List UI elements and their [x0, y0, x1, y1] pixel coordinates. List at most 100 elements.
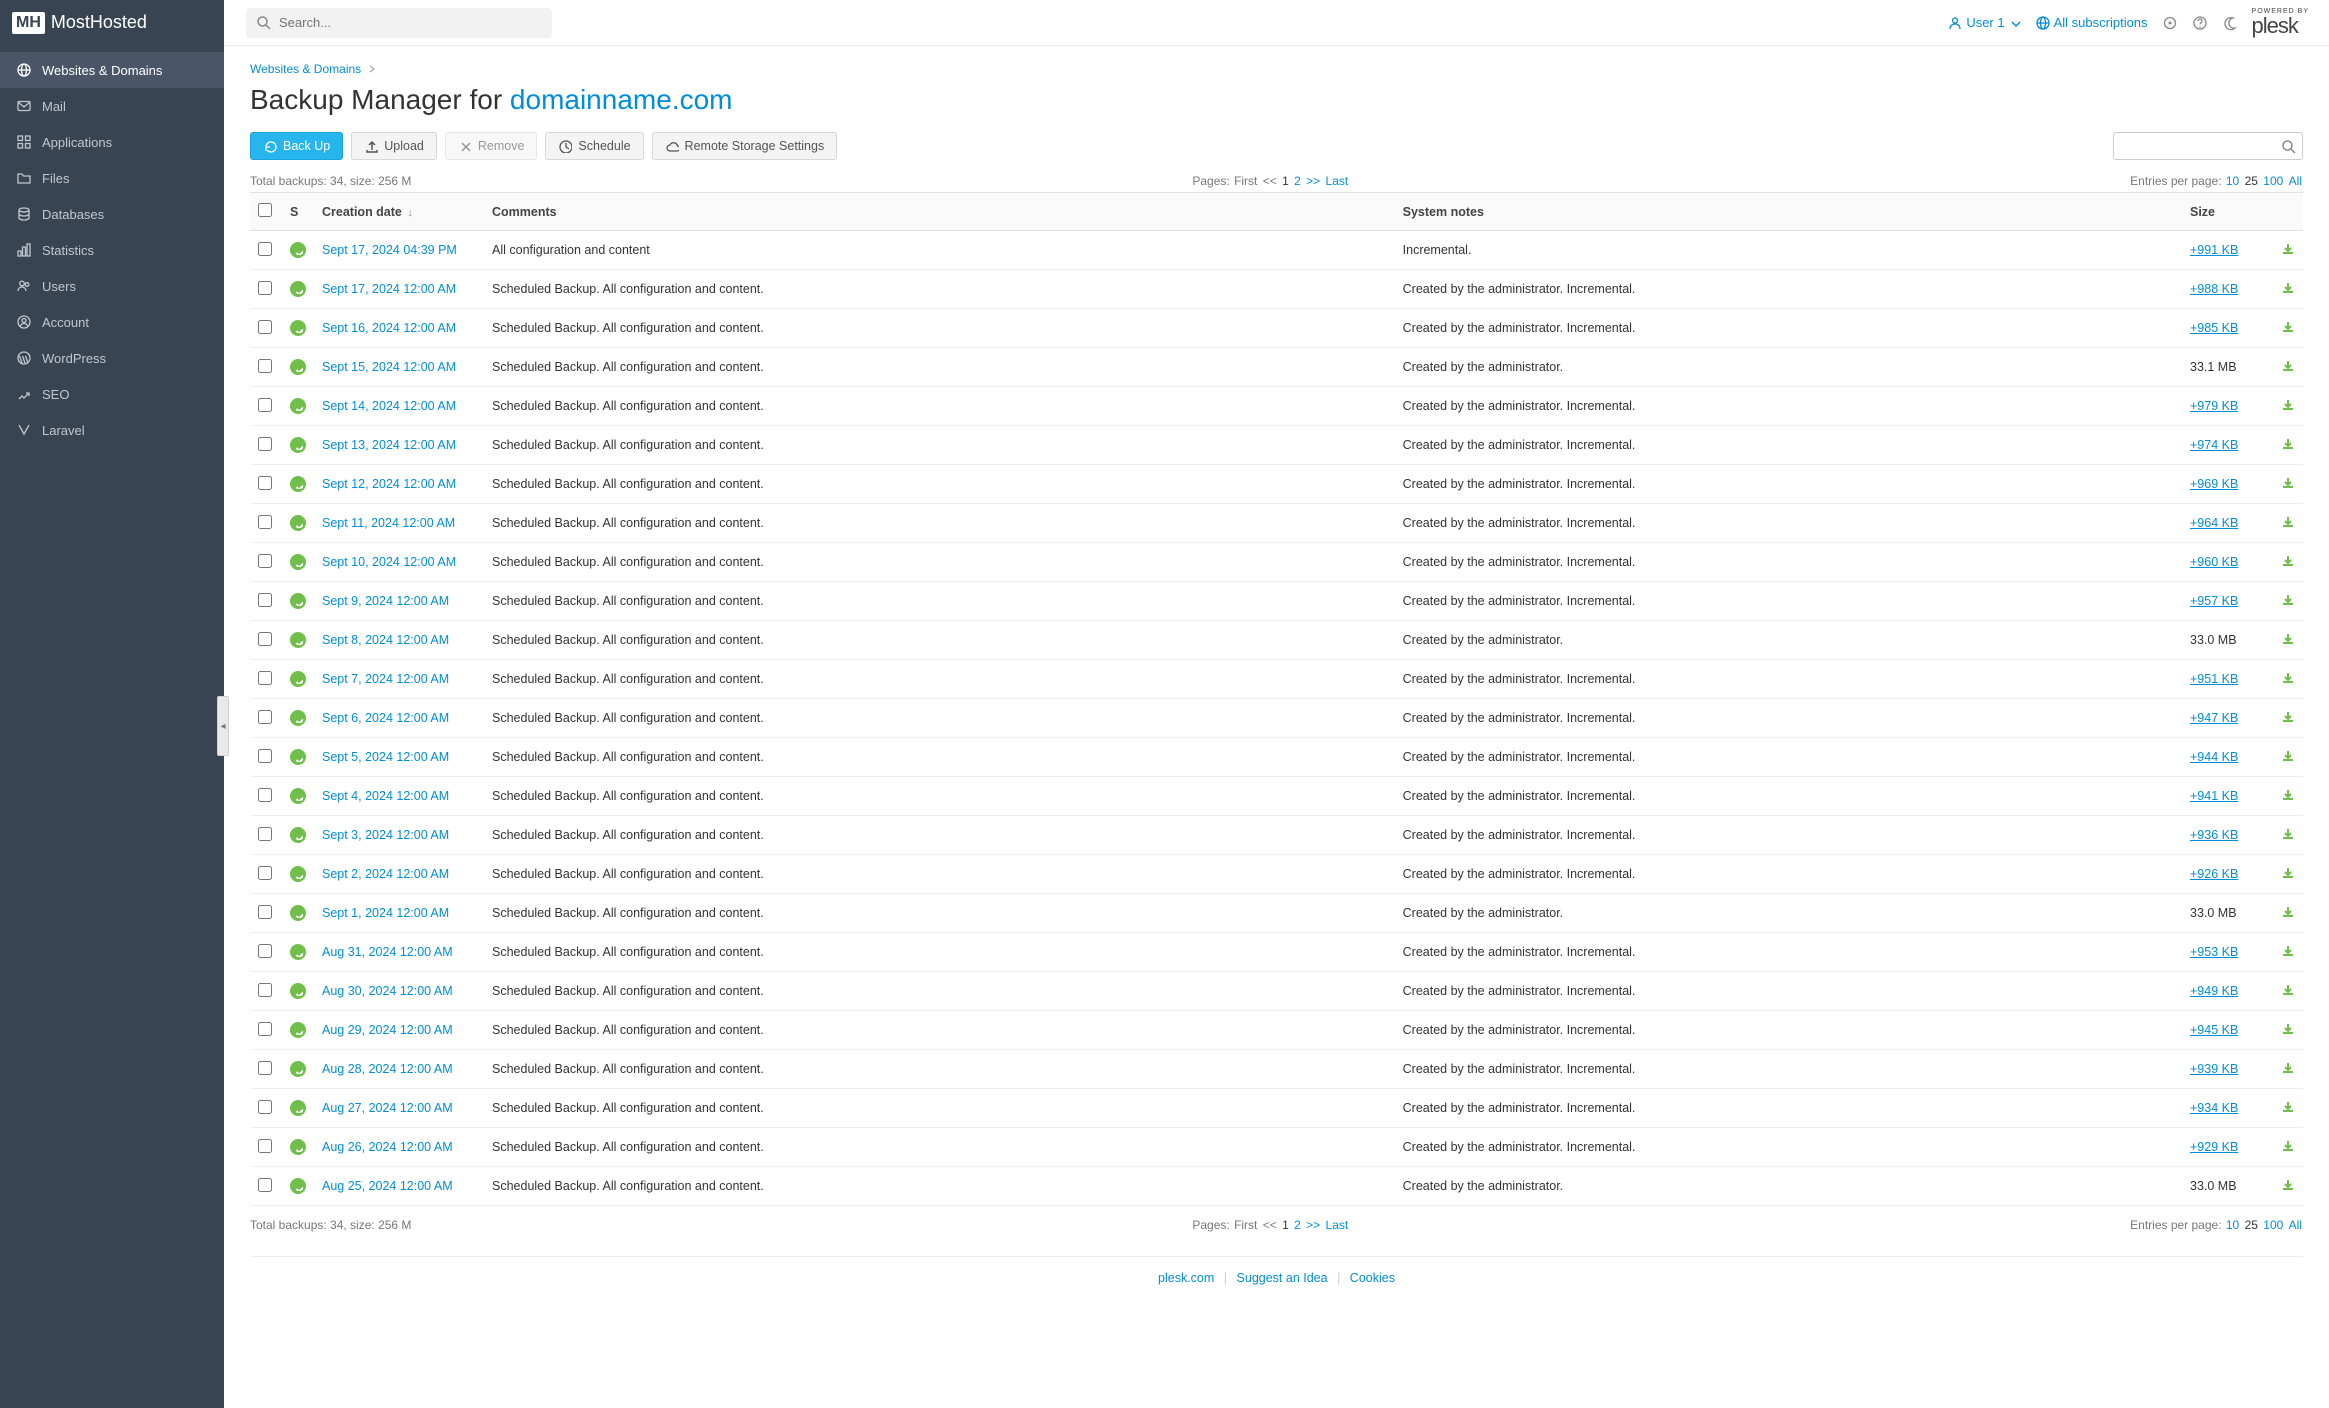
col-creation-date[interactable]: Creation date ↓ [314, 193, 484, 231]
row-checkbox[interactable] [258, 515, 272, 529]
row-checkbox[interactable] [258, 827, 272, 841]
remote-storage-button[interactable]: Remote Storage Settings [652, 132, 838, 160]
download-icon[interactable] [2280, 1177, 2295, 1192]
size-link[interactable]: +974 KB [2190, 438, 2238, 452]
backup-date-link[interactable]: Sept 14, 2024 12:00 AM [322, 399, 456, 413]
download-icon[interactable] [2280, 787, 2295, 802]
table-search-input[interactable] [2120, 139, 2281, 153]
download-icon[interactable] [2280, 553, 2295, 568]
size-link[interactable]: +936 KB [2190, 828, 2238, 842]
size-link[interactable]: +953 KB [2190, 945, 2238, 959]
epp-all[interactable]: All [2289, 174, 2302, 188]
size-link[interactable]: +939 KB [2190, 1062, 2238, 1076]
footer-cookies-link[interactable]: Cookies [1350, 1271, 1395, 1285]
backup-date-link[interactable]: Sept 3, 2024 12:00 AM [322, 828, 449, 842]
size-link[interactable]: +949 KB [2190, 984, 2238, 998]
row-checkbox[interactable] [258, 437, 272, 451]
size-link[interactable]: +945 KB [2190, 1023, 2238, 1037]
page-2[interactable]: 2 [1294, 174, 1301, 188]
backup-date-link[interactable]: Aug 28, 2024 12:00 AM [322, 1062, 453, 1076]
row-checkbox[interactable] [258, 710, 272, 724]
sidebar-item-databases[interactable]: Databases [0, 196, 224, 232]
row-checkbox[interactable] [258, 476, 272, 490]
backup-date-link[interactable]: Sept 12, 2024 12:00 AM [322, 477, 456, 491]
size-link[interactable]: +969 KB [2190, 477, 2238, 491]
backup-date-link[interactable]: Sept 10, 2024 12:00 AM [322, 555, 456, 569]
backup-date-link[interactable]: Sept 17, 2024 04:39 PM [322, 243, 457, 257]
sidebar-item-statistics[interactable]: Statistics [0, 232, 224, 268]
row-checkbox[interactable] [258, 983, 272, 997]
footer-suggest-link[interactable]: Suggest an Idea [1237, 1271, 1328, 1285]
row-checkbox[interactable] [258, 1061, 272, 1075]
extensions-icon[interactable] [2162, 15, 2178, 31]
backup-date-link[interactable]: Sept 4, 2024 12:00 AM [322, 789, 449, 803]
backup-date-link[interactable]: Aug 31, 2024 12:00 AM [322, 945, 453, 959]
row-checkbox[interactable] [258, 1139, 272, 1153]
download-icon[interactable] [2280, 436, 2295, 451]
row-checkbox[interactable] [258, 788, 272, 802]
sidebar-item-users[interactable]: Users [0, 268, 224, 304]
size-link[interactable]: +929 KB [2190, 1140, 2238, 1154]
size-link[interactable]: +979 KB [2190, 399, 2238, 413]
col-system-notes[interactable]: System notes [1395, 193, 2182, 231]
row-checkbox[interactable] [258, 554, 272, 568]
footer-plesk-link[interactable]: plesk.com [1158, 1271, 1214, 1285]
backup-date-link[interactable]: Sept 7, 2024 12:00 AM [322, 672, 449, 686]
download-icon[interactable] [2280, 241, 2295, 256]
sidebar-item-applications[interactable]: Applications [0, 124, 224, 160]
download-icon[interactable] [2280, 1138, 2295, 1153]
row-checkbox[interactable] [258, 593, 272, 607]
backup-date-link[interactable]: Sept 11, 2024 12:00 AM [322, 516, 455, 530]
schedule-button[interactable]: Schedule [545, 132, 643, 160]
download-icon[interactable] [2280, 904, 2295, 919]
sidebar-item-account[interactable]: Account [0, 304, 224, 340]
row-checkbox[interactable] [258, 671, 272, 685]
row-checkbox[interactable] [258, 632, 272, 646]
col-comments[interactable]: Comments [484, 193, 1395, 231]
row-checkbox[interactable] [258, 398, 272, 412]
size-link[interactable]: +988 KB [2190, 282, 2238, 296]
row-checkbox[interactable] [258, 944, 272, 958]
global-search[interactable] [246, 8, 552, 38]
size-link[interactable]: +991 KB [2190, 243, 2238, 257]
download-icon[interactable] [2280, 748, 2295, 763]
backup-date-link[interactable]: Sept 16, 2024 12:00 AM [322, 321, 456, 335]
page-last[interactable]: Last [1326, 174, 1349, 188]
upload-button[interactable]: Upload [351, 132, 437, 160]
download-icon[interactable] [2280, 670, 2295, 685]
backup-date-link[interactable]: Sept 17, 2024 12:00 AM [322, 282, 456, 296]
download-icon[interactable] [2280, 1060, 2295, 1075]
size-link[interactable]: +934 KB [2190, 1101, 2238, 1115]
epp-100[interactable]: 100 [2263, 174, 2283, 188]
download-icon[interactable] [2280, 865, 2295, 880]
download-icon[interactable] [2280, 1099, 2295, 1114]
row-checkbox[interactable] [258, 1100, 272, 1114]
download-icon[interactable] [2280, 319, 2295, 334]
size-link[interactable]: +957 KB [2190, 594, 2238, 608]
sidebar-item-wordpress[interactable]: WordPress [0, 340, 224, 376]
backup-date-link[interactable]: Sept 1, 2024 12:00 AM [322, 906, 449, 920]
row-checkbox[interactable] [258, 359, 272, 373]
row-checkbox[interactable] [258, 242, 272, 256]
user-menu[interactable]: User 1 [1948, 15, 2020, 30]
download-icon[interactable] [2280, 280, 2295, 295]
search-input[interactable] [279, 15, 542, 30]
subscriptions-link[interactable]: All subscriptions [2035, 15, 2148, 30]
download-icon[interactable] [2280, 592, 2295, 607]
download-icon[interactable] [2280, 631, 2295, 646]
backup-date-link[interactable]: Aug 29, 2024 12:00 AM [322, 1023, 453, 1037]
select-all-checkbox[interactable] [258, 203, 272, 217]
size-link[interactable]: +941 KB [2190, 789, 2238, 803]
page-next-bottom[interactable]: >> [1306, 1218, 1320, 1232]
size-link[interactable]: +964 KB [2190, 516, 2238, 530]
backup-date-link[interactable]: Aug 30, 2024 12:00 AM [322, 984, 453, 998]
download-icon[interactable] [2280, 709, 2295, 724]
help-icon[interactable] [2192, 15, 2208, 31]
sidebar-item-files[interactable]: Files [0, 160, 224, 196]
backup-date-link[interactable]: Aug 25, 2024 12:00 AM [322, 1179, 453, 1193]
page-next[interactable]: >> [1306, 174, 1320, 188]
brand-logo[interactable]: MH MostHosted [0, 0, 224, 46]
page-2-bottom[interactable]: 2 [1294, 1218, 1301, 1232]
sidebar-item-seo[interactable]: SEO [0, 376, 224, 412]
download-icon[interactable] [2280, 1021, 2295, 1036]
